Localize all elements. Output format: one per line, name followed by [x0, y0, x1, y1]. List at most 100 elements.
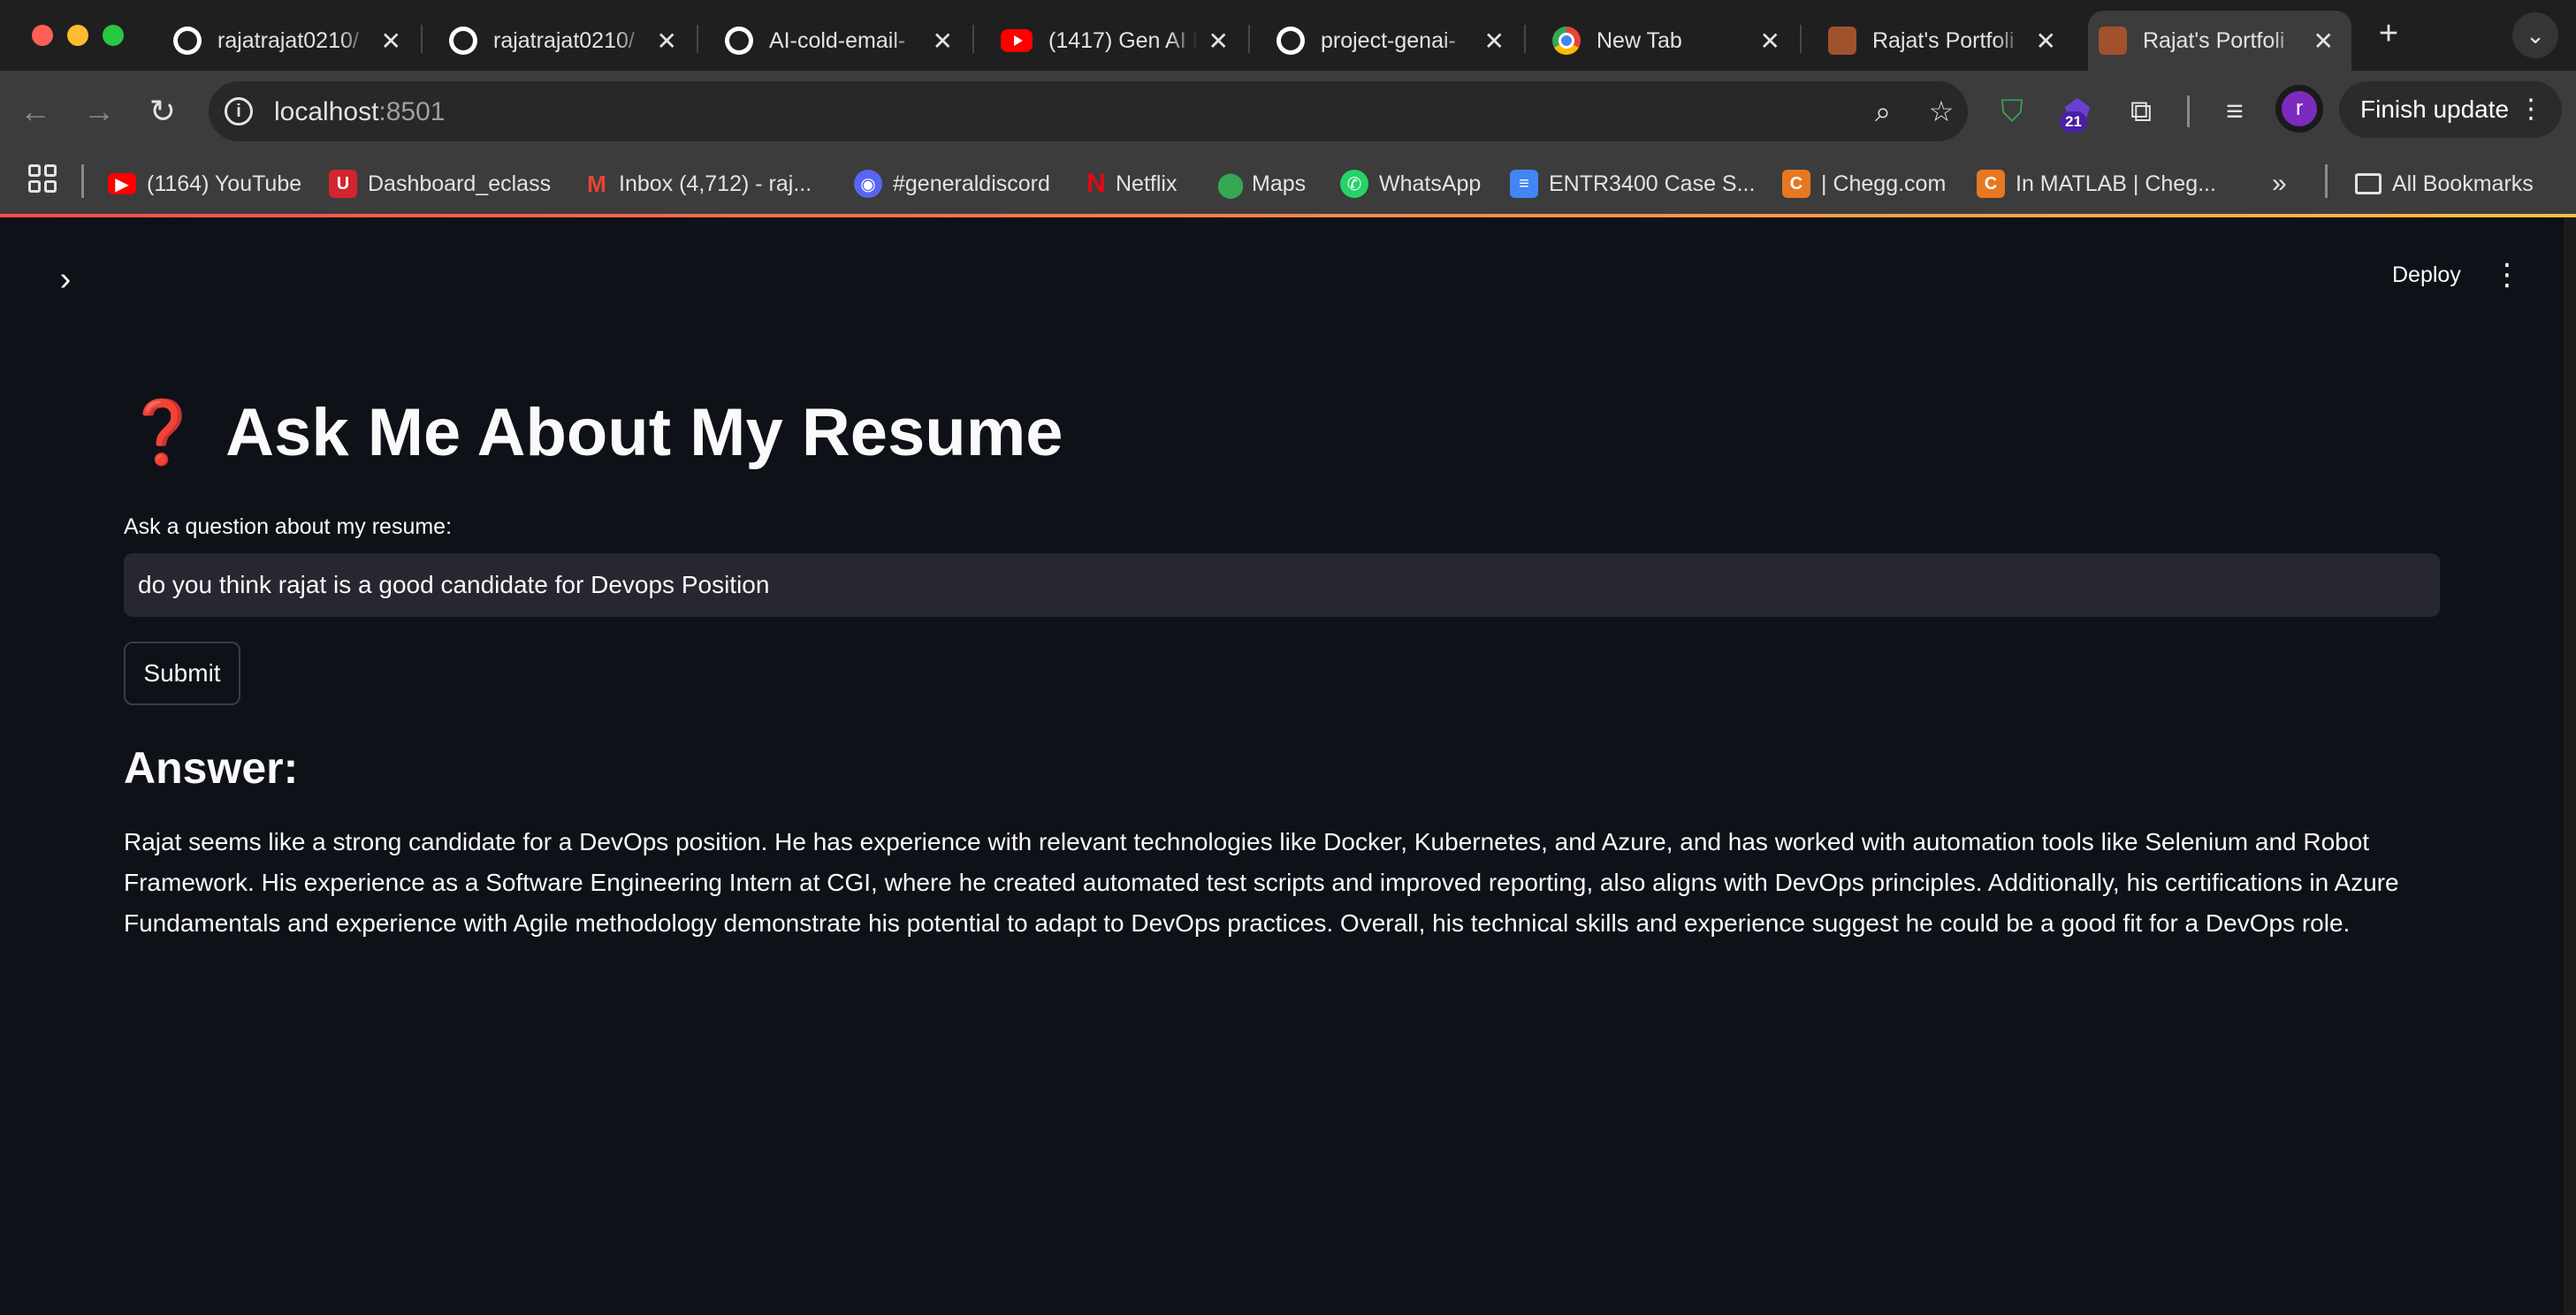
close-window-button[interactable]: [32, 25, 53, 46]
discord-icon: ◉: [854, 170, 882, 198]
reload-icon[interactable]: ↻: [143, 92, 182, 131]
finish-update-button[interactable]: Finish update ⋮: [2339, 81, 2562, 138]
bookmark-label: Dashboard_eclass: [368, 171, 552, 196]
netflix-icon: N: [1086, 169, 1106, 198]
maximize-window-button[interactable]: [103, 25, 124, 46]
bookmark-entr3400[interactable]: ≡ ENTR3400 Case S...: [1510, 168, 1755, 200]
bookmark-label: #generaldiscord: [893, 171, 1050, 196]
tab-divider: [1524, 25, 1526, 53]
maps-icon: ⬤: [1216, 170, 1245, 198]
bookmarks-divider: [2325, 164, 2328, 198]
kebab-menu-icon: ⋮: [2518, 95, 2544, 124]
bookmark-youtube[interactable]: ▶ (1164) YouTube: [108, 168, 301, 200]
github-icon: [725, 27, 753, 55]
bookmark-label: All Bookmarks: [2392, 171, 2534, 196]
forward-arrow-icon[interactable]: →: [80, 92, 118, 131]
bookmark-whatsapp[interactable]: ✆ WhatsApp: [1340, 168, 1481, 200]
site-info-icon[interactable]: i: [225, 97, 253, 125]
whatsapp-icon: ✆: [1340, 170, 1368, 198]
tab-divider: [1248, 25, 1250, 53]
close-icon[interactable]: ✕: [1484, 27, 1505, 56]
question-mark-icon: ❓: [124, 396, 202, 468]
deploy-button[interactable]: Deploy: [2380, 253, 2473, 297]
briefcase-icon: [2099, 27, 2127, 55]
bookmark-netflix[interactable]: N Netflix: [1086, 168, 1177, 200]
avatar-initial: r: [2282, 91, 2317, 126]
bookmark-dashboard-eclass[interactable]: U Dashboard_eclass: [329, 168, 551, 200]
github-icon: [449, 27, 477, 55]
bookmarks-divider: [81, 164, 84, 198]
bookmark-label: Netflix: [1116, 171, 1177, 196]
shield-extension-icon[interactable]: ⛉: [1993, 92, 2031, 131]
tab-title: Rajat's Portfoli: [2143, 27, 2285, 53]
back-arrow-icon[interactable]: ←: [16, 92, 55, 131]
docs-icon: ≡: [1510, 170, 1538, 198]
bookmark-label: | Chegg.com: [1821, 171, 1947, 196]
zoom-icon[interactable]: ⌕: [1865, 94, 1901, 129]
browser-tab[interactable]: Rajat's Portfoli ✕: [1818, 11, 2074, 71]
bookmark-label: (1164) YouTube: [147, 171, 302, 196]
tab-title: New Tab: [1597, 27, 1682, 53]
chevron-right-icon[interactable]: ›: [48, 262, 83, 297]
minimize-window-button[interactable]: [67, 25, 88, 46]
address-bar[interactable]: i localhost:8501 ⌕ ☆: [209, 81, 1968, 141]
bookmark-label: Inbox (4,712) - raj...: [619, 171, 812, 196]
new-tab-button[interactable]: +: [2369, 14, 2408, 53]
browser-tab[interactable]: project-genai- ✕: [1266, 11, 1522, 71]
url-port: :8501: [378, 97, 446, 126]
youtube-icon: [1001, 29, 1033, 52]
page-header: ❓ Ask Me About My Resume: [124, 394, 1063, 471]
tab-divider: [972, 25, 974, 53]
bookmark-label: ENTR3400 Case S...: [1549, 171, 1756, 196]
extension-badge: 21: [2060, 111, 2087, 133]
bookmark-chegg[interactable]: C | Chegg.com: [1782, 168, 1946, 200]
chrome-icon: [1552, 27, 1581, 55]
puzzle-extensions-icon[interactable]: ⧉: [2122, 92, 2161, 131]
browser-tab-active[interactable]: Rajat's Portfoli ✕: [2088, 11, 2351, 71]
bookmark-maps[interactable]: ⬤ Maps: [1216, 168, 1307, 200]
media-queue-icon[interactable]: ≡: [2215, 92, 2254, 131]
tab-title: rajatrajat0210/: [217, 27, 359, 53]
tab-title: Rajat's Portfoli: [1872, 27, 2015, 53]
close-icon[interactable]: ✕: [1760, 27, 1780, 56]
submit-button[interactable]: Submit: [124, 642, 240, 705]
finish-update-label: Finish update: [2360, 95, 2510, 123]
browser-tab[interactable]: rajatrajat0210/ ✕: [163, 11, 419, 71]
page-title: Ask Me About My Resume: [225, 395, 1063, 470]
apps-grid-icon[interactable]: [28, 164, 57, 193]
github-icon: [173, 27, 202, 55]
close-icon[interactable]: ✕: [933, 27, 953, 56]
close-icon[interactable]: ✕: [1208, 27, 1229, 56]
tab-divider: [697, 25, 698, 53]
chegg-icon: C: [1977, 170, 2005, 198]
answer-text: Rajat seems like a strong candidate for …: [124, 828, 2399, 937]
url-text[interactable]: localhost:8501: [274, 97, 445, 127]
bookmark-gmail[interactable]: M Inbox (4,712) - raj...: [585, 168, 812, 200]
more-bookmarks-icon[interactable]: »: [2272, 168, 2287, 200]
bookmark-matlab-chegg[interactable]: C In MATLAB | Cheg...: [1977, 168, 2216, 200]
question-input[interactable]: [124, 553, 2440, 617]
profile-avatar[interactable]: r: [2275, 85, 2323, 133]
browser-tab[interactable]: rajatrajat0210/ ✕: [438, 11, 695, 71]
briefcase-icon: [1828, 27, 1856, 55]
tab-search-button[interactable]: ⌄: [2512, 12, 2558, 58]
all-bookmarks-folder[interactable]: All Bookmarks: [2355, 168, 2534, 200]
bookmark-label: Maps: [1252, 171, 1307, 196]
browser-tab[interactable]: (1417) Gen AI P ✕: [990, 11, 1246, 71]
kebab-menu-icon[interactable]: ⋮: [2491, 253, 2523, 297]
tab-divider: [421, 25, 423, 53]
window-scroll-edge: [2564, 217, 2576, 1315]
toolbar-divider: [2187, 95, 2190, 127]
tab-divider: [1800, 25, 1802, 53]
answer-heading: Answer:: [124, 743, 299, 793]
browser-tab[interactable]: New Tab ✕: [1542, 11, 1798, 71]
bookmark-star-icon[interactable]: ☆: [1924, 94, 1959, 129]
bookmark-discord[interactable]: ◉ #generaldiscord: [854, 168, 1050, 200]
close-icon[interactable]: ✕: [657, 27, 677, 56]
browser-tab[interactable]: AI-cold-email- ✕: [714, 11, 971, 71]
close-icon[interactable]: ✕: [381, 27, 401, 56]
bookmark-label: In MATLAB | Cheg...: [2016, 171, 2216, 196]
youtube-icon: ▶: [108, 173, 136, 194]
close-icon[interactable]: ✕: [2036, 27, 2056, 56]
close-icon[interactable]: ✕: [2313, 27, 2334, 56]
